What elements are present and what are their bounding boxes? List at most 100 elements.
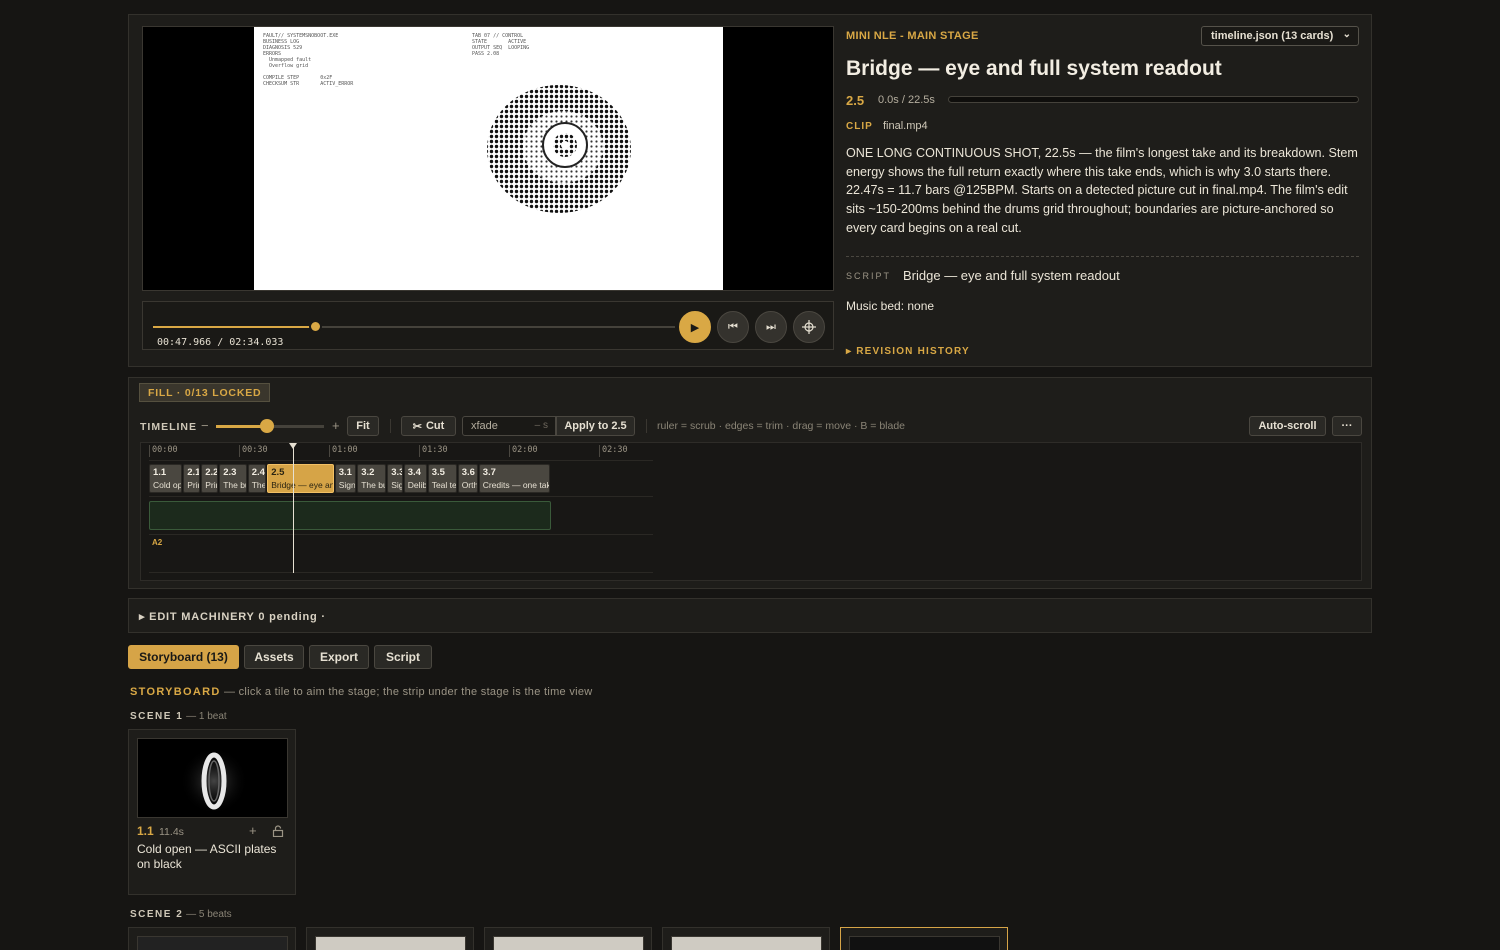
timeline-clip[interactable]: 1.1 Cold open — ASCII plates on black xyxy=(149,464,183,493)
storyboard-title: STORYBOARD xyxy=(130,686,221,698)
zoom-slider[interactable] xyxy=(216,419,324,433)
clip-title: Sign xyxy=(338,480,356,490)
timeline-clip[interactable]: 3.2 The bus xyxy=(357,464,387,493)
timeline-clip[interactable]: 2.3 The bu xyxy=(219,464,247,493)
card-info: MINI NLE - MAIN STAGE timeline.json (13 … xyxy=(846,15,1359,368)
clip-title: The xyxy=(251,480,267,490)
clip-number: 2.2 xyxy=(205,467,219,478)
card-number: 2.5 xyxy=(846,93,865,108)
clip-number: 2.5 xyxy=(271,467,285,478)
video-preview[interactable]: FAULT// SYSTEMSNOBOOT.EXE BUSINESS LOG D… xyxy=(142,26,834,291)
ruler-tick: 01:30 xyxy=(419,445,448,457)
video-track[interactable]: 1.1 Cold open — ASCII plates on black 2.1 P… xyxy=(149,463,653,494)
apply-transition-button[interactable]: Apply to 2.5 xyxy=(556,416,635,436)
tab-script[interactable]: Script xyxy=(374,645,432,669)
track-divider xyxy=(149,572,653,573)
frame-text-right: TAB 07 // CONTROL STATE ACTIVE OUTPUT SE… xyxy=(472,33,530,57)
frame-text-left: FAULT// SYSTEMSNOBOOT.EXE BUSINESS LOG D… xyxy=(263,33,354,87)
clip-title: Printer xyxy=(187,480,199,490)
revision-history-toggle[interactable]: ▸ REVISION HISTORY xyxy=(846,346,970,357)
storyboard-card[interactable] xyxy=(306,927,474,950)
timeline-clip[interactable]: 3.3 Sig xyxy=(387,464,403,493)
clip-number: 3.1 xyxy=(338,467,352,478)
zoom-in-button[interactable]: + xyxy=(332,418,340,433)
timeline-clip[interactable]: 3.5 Teal te xyxy=(427,464,457,493)
playhead[interactable] xyxy=(292,443,294,573)
tab-export[interactable]: Export xyxy=(309,645,369,669)
transition-input[interactable]: xfade – s xyxy=(462,416,556,436)
divider xyxy=(846,256,1359,257)
card-progress-bar xyxy=(948,96,1359,103)
video-frame-image: FAULT// SYSTEMSNOBOOT.EXE BUSINESS LOG D… xyxy=(254,27,723,290)
track-divider xyxy=(149,534,653,535)
timeline-panel: FILL · 0/13 LOCKED TIMELINE − + Fit ✂ Cu… xyxy=(128,377,1372,589)
clip-title: The bu xyxy=(223,480,246,490)
timeline-clip[interactable]: 2.2 Prints xyxy=(201,464,219,493)
scrub-bar[interactable] xyxy=(153,320,675,333)
time-readout: 00:47.966 / 02:34.033 xyxy=(157,337,284,348)
storyboard-card[interactable]: 1.1 11.4s + Cold open — ASCII plates on … xyxy=(128,729,296,895)
skip-back-icon: ⏮ xyxy=(728,320,738,333)
clip-number: 2.1 xyxy=(187,467,201,478)
tab-assets[interactable]: Assets xyxy=(244,645,304,669)
fill-status-badge: FILL · 0/13 LOCKED xyxy=(139,383,271,402)
playhead-marker[interactable] xyxy=(288,443,297,449)
scrub-handle[interactable] xyxy=(309,320,323,333)
caret-right-icon: ▸ xyxy=(846,346,853,357)
tab-storyboard[interactable]: Storyboard (13) xyxy=(128,645,239,669)
clip-title: The bus xyxy=(361,480,385,490)
ruler-tick: 02:00 xyxy=(509,445,538,457)
timeline-clip[interactable]: 3.6 Ortho xyxy=(457,464,478,493)
auto-scroll-button[interactable]: Auto-scroll xyxy=(1249,416,1326,436)
storyboard-card[interactable] xyxy=(662,927,830,950)
clip-title: Prints xyxy=(205,480,217,490)
edit-machinery-label: ▸ EDIT MACHINERY 0 pending · xyxy=(139,611,326,623)
scene-heading: SCENE 2 — 5 beats xyxy=(130,909,232,920)
scissors-icon: ✂ xyxy=(412,420,422,433)
more-options-button[interactable]: ··· xyxy=(1332,416,1362,436)
card-description: ONE LONG CONTINUOUS SHOT, 22.5s — the fi… xyxy=(846,146,1358,235)
lock-icon[interactable] xyxy=(272,825,284,840)
cut-label: Cut xyxy=(425,420,445,432)
card-duration: 11.4s xyxy=(159,826,184,838)
clip-title: Credits — one take xyxy=(482,480,550,490)
clip-number: 2.3 xyxy=(223,467,237,478)
toolbar-separator xyxy=(646,419,647,433)
timeline-clip[interactable]: 3.7 Credits — one take xyxy=(478,464,550,493)
audio-track-a1[interactable] xyxy=(149,501,551,530)
target-button[interactable] xyxy=(793,311,825,343)
transition-value: xfade xyxy=(471,420,498,432)
timeline-clip[interactable]: 2.1 Printer xyxy=(183,464,201,493)
transition-unit: – s xyxy=(534,420,548,431)
add-icon[interactable]: + xyxy=(249,823,257,838)
skip-forward-icon: ⏭ xyxy=(766,320,776,333)
cut-button[interactable]: ✂ Cut xyxy=(401,416,456,436)
clip-title: Teal te xyxy=(431,480,457,490)
zoom-out-button[interactable]: − xyxy=(201,418,209,433)
storyboard-card-active[interactable] xyxy=(840,927,1008,950)
scene-title: SCENE 2 xyxy=(130,909,184,920)
card-thumbnail xyxy=(849,936,1000,950)
timeline-tracks[interactable]: 00:00 00:30 01:00 01:30 02:00 02:30 1.1 Cold o… xyxy=(140,442,1362,581)
card-title: Bridge — eye and full system readout xyxy=(846,57,1222,80)
track-divider xyxy=(149,496,653,497)
fit-button[interactable]: Fit xyxy=(347,416,379,436)
stage-panel: FAULT// SYSTEMSNOBOOT.EXE BUSINESS LOG D… xyxy=(128,14,1372,367)
timeline-select[interactable]: timeline.json (13 cards) ⌄ xyxy=(1201,26,1359,46)
play-button[interactable]: ▶ xyxy=(679,311,711,343)
clip-number: 3.2 xyxy=(361,467,375,478)
card-thumbnail xyxy=(137,738,288,818)
edit-machinery-toggle[interactable]: ▸ EDIT MACHINERY 0 pending · xyxy=(128,598,1372,633)
timeline-clip[interactable]: 2.5 Bridge — eye and full system readout xyxy=(267,464,334,493)
next-button[interactable]: ⏭ xyxy=(755,311,787,343)
timeline-clip[interactable]: 2.4 The xyxy=(247,464,267,493)
storyboard-card[interactable] xyxy=(128,927,296,950)
clip-title: Bridge — eye and full system readout xyxy=(271,480,333,490)
timeline-clip[interactable]: 3.4 Delib xyxy=(403,464,427,493)
previous-button[interactable]: ⏮ xyxy=(717,311,749,343)
zoom-slider-handle[interactable] xyxy=(259,419,274,433)
card-thumbnail xyxy=(671,936,822,950)
storyboard-card[interactable] xyxy=(484,927,652,950)
ruler-tick: 01:00 xyxy=(329,445,358,457)
timeline-clip[interactable]: 3.1 Sign xyxy=(334,464,357,493)
